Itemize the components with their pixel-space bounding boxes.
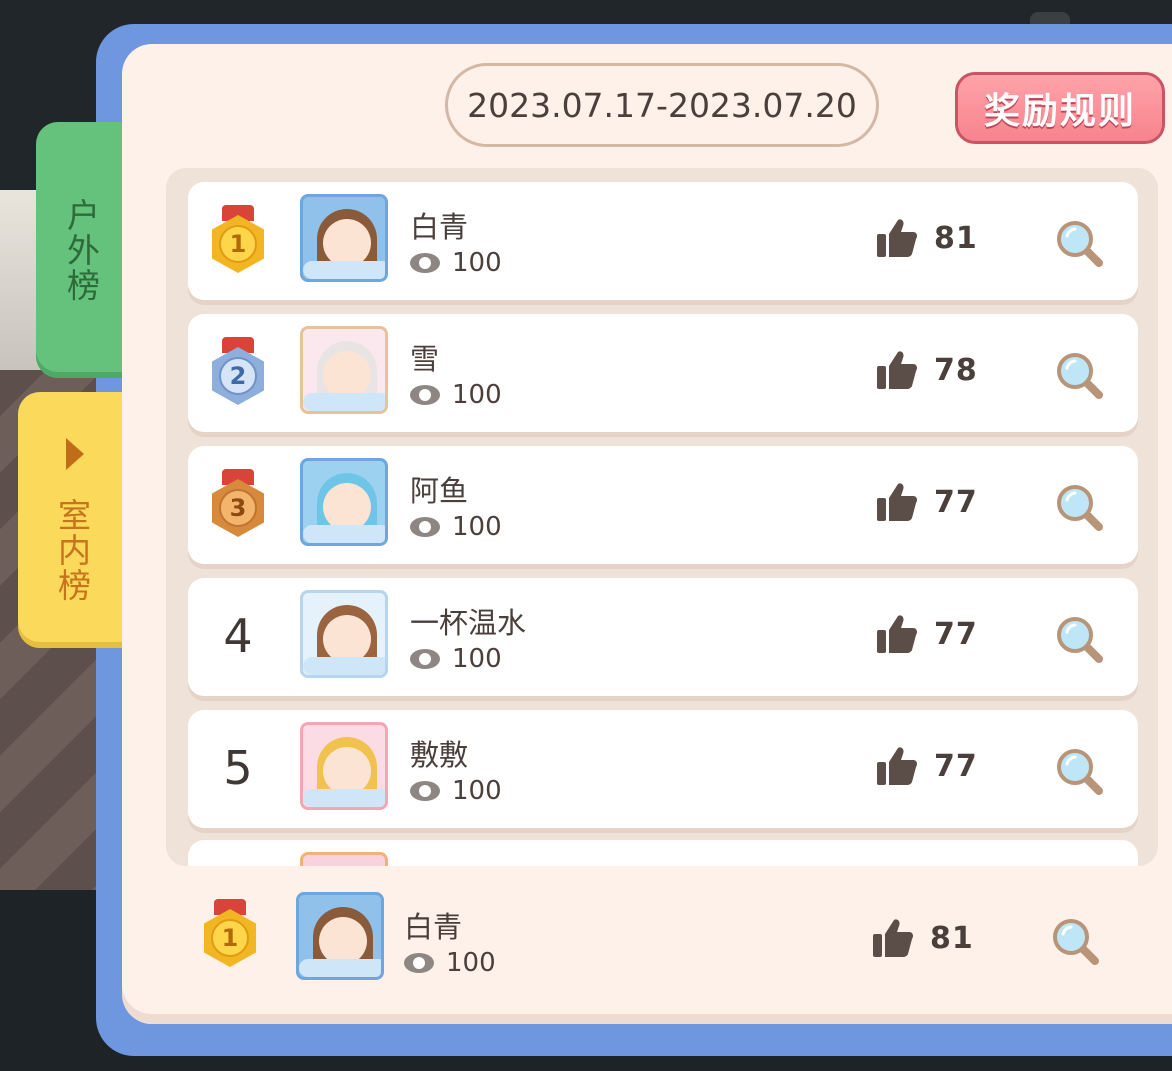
like-count: 81 (876, 218, 978, 258)
like-count: 78 (876, 350, 978, 390)
active-tab-arrow-icon (66, 437, 84, 470)
view-count-value: 100 (452, 248, 502, 278)
rank-badge: 3 (210, 466, 266, 542)
gold-medal-icon: 1 (204, 899, 256, 969)
view-count-value: 100 (452, 776, 502, 806)
view-count-value: 100 (452, 512, 502, 542)
like-count-value: 77 (934, 748, 978, 784)
view-count-value: 100 (446, 948, 496, 978)
view-count: 100 (410, 248, 502, 278)
my-ranking-row: 1 白青 100 81 (140, 870, 1130, 1000)
view-room-search-icon[interactable] (1054, 482, 1104, 532)
avatar (300, 852, 388, 866)
view-count: 100 (404, 948, 496, 978)
like-count: 77 (876, 614, 978, 654)
thumbs-up-icon (877, 483, 917, 521)
eye-icon (410, 517, 440, 537)
thumbs-up-icon (877, 219, 917, 257)
avatar[interactable] (296, 892, 384, 980)
view-room-search-icon[interactable] (1054, 746, 1104, 796)
gold-medal-icon: 1 (212, 205, 264, 275)
like-count-value: 77 (934, 484, 978, 520)
player-name: 一杯温水 (410, 606, 527, 640)
rank-badge: 5 (210, 730, 266, 806)
like-count-value: 78 (934, 352, 978, 388)
thumbs-up-icon (873, 919, 913, 957)
eye-icon (410, 781, 440, 801)
list-item: 5 敷敷 100 77 (188, 710, 1138, 828)
player-name: 阿鱼 (410, 474, 469, 508)
rank-number: 4 (223, 609, 253, 663)
tab-outdoor-label: 户外榜 (61, 197, 101, 303)
player-name: 白青 (404, 910, 463, 944)
rank-badge: 1 (210, 202, 266, 278)
tab-indoor-ranking[interactable]: 室内榜 (18, 392, 126, 648)
like-count: 81 (872, 918, 974, 958)
view-room-search-icon[interactable] (1054, 350, 1104, 400)
rank-badge: 2 (210, 334, 266, 410)
thumbs-up-icon (877, 615, 917, 653)
avatar[interactable] (300, 194, 388, 282)
thumbs-up-icon (877, 351, 917, 389)
avatar[interactable] (300, 722, 388, 810)
like-count-value: 81 (930, 920, 974, 956)
silver-medal-icon: 2 (212, 337, 264, 407)
avatar[interactable] (300, 458, 388, 546)
view-room-search-icon[interactable] (1054, 614, 1104, 664)
rank-number: 5 (223, 741, 253, 795)
list-item: 2 雪 100 78 (188, 314, 1138, 432)
view-count: 100 (410, 512, 502, 542)
view-count: 100 (410, 380, 502, 410)
bronze-medal-icon: 3 (212, 469, 264, 539)
like-count: 77 (876, 746, 978, 786)
rank-badge: 1 (202, 896, 258, 972)
player-name: 敷敷 (410, 738, 469, 772)
view-count-value: 100 (452, 380, 502, 410)
avatar[interactable] (300, 590, 388, 678)
thumbs-up-icon (877, 747, 917, 785)
like-count-value: 81 (934, 220, 978, 256)
view-room-search-icon[interactable] (1050, 916, 1100, 966)
view-count-value: 100 (452, 644, 502, 674)
tab-outdoor-ranking[interactable]: 户外榜 (36, 122, 126, 378)
like-count-value: 77 (934, 616, 978, 652)
list-item: 3 阿鱼 100 77 (188, 446, 1138, 564)
player-name: 白青 (410, 210, 469, 244)
rank-badge: 4 (210, 598, 266, 674)
like-count: 77 (876, 482, 978, 522)
ranking-list[interactable]: 1 白青 100 81 2 雪 100 78 3 阿鱼 100 77 4 一杯温… (166, 168, 1158, 866)
date-range: 2023.07.17-2023.07.20 (445, 63, 879, 147)
eye-icon (410, 649, 440, 669)
view-count: 100 (410, 776, 502, 806)
avatar[interactable] (300, 326, 388, 414)
list-item: 4 一杯温水 100 77 (188, 578, 1138, 696)
list-item-partial (188, 840, 1138, 866)
view-count: 100 (410, 644, 502, 674)
reward-rules-button[interactable]: 奖励规则 (955, 72, 1165, 144)
view-room-search-icon[interactable] (1054, 218, 1104, 268)
list-item: 1 白青 100 81 (188, 182, 1138, 300)
eye-icon (404, 953, 434, 973)
eye-icon (410, 253, 440, 273)
player-name: 雪 (410, 342, 440, 376)
tab-indoor-label: 室内榜 (52, 497, 92, 603)
eye-icon (410, 385, 440, 405)
